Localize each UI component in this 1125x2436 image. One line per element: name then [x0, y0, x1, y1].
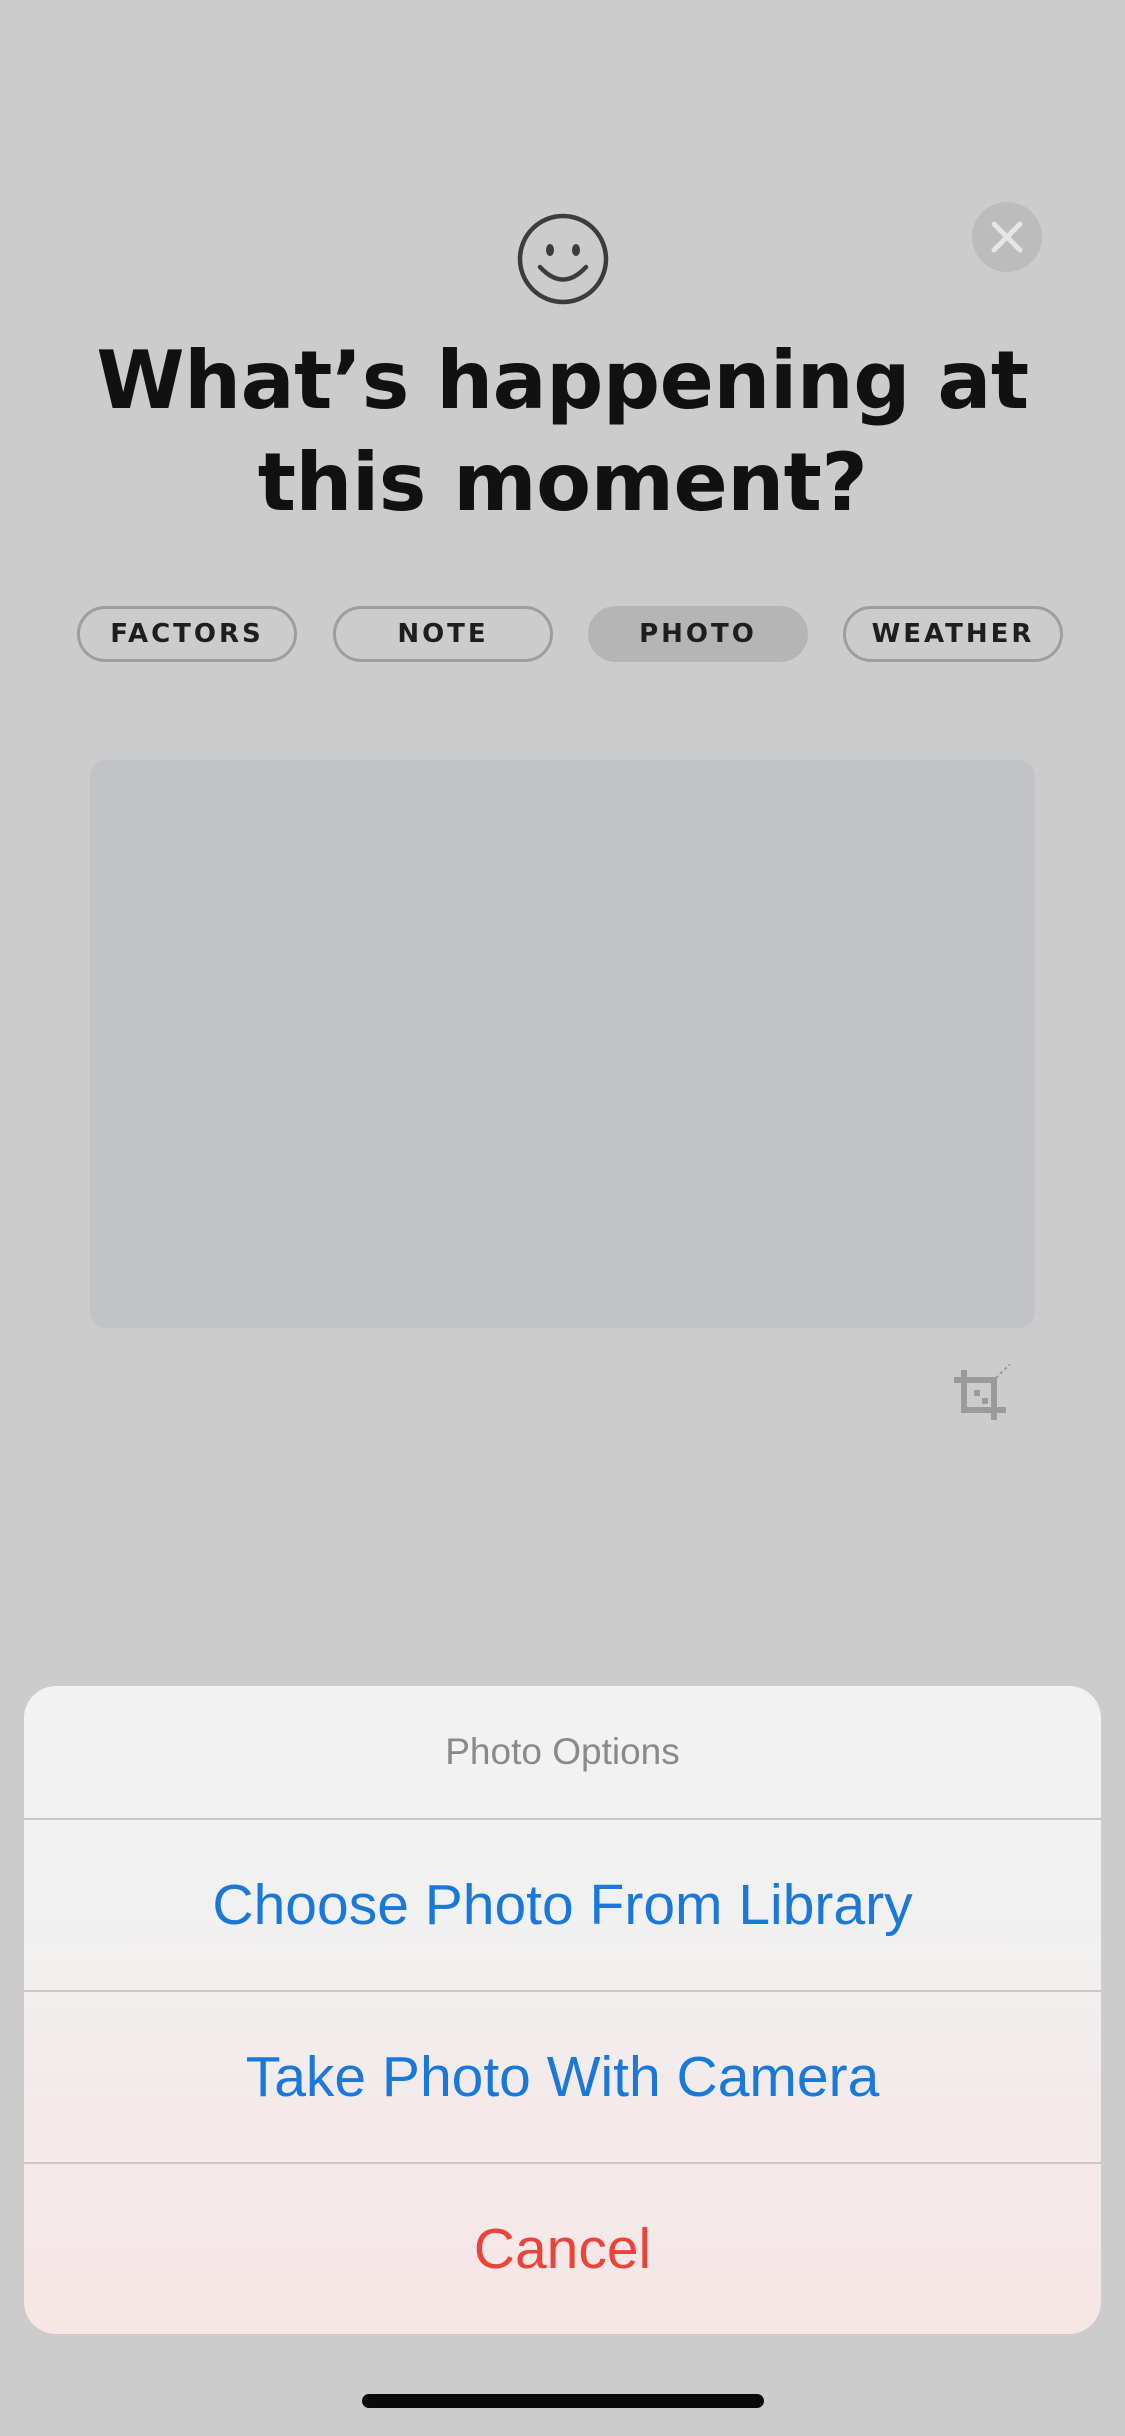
cancel-button[interactable]: Cancel [24, 2164, 1101, 2334]
screen: What’s happening at this moment? FACTORS… [0, 0, 1125, 2436]
photo-placeholder[interactable] [90, 760, 1035, 1328]
page-title-line-2: this moment? [257, 436, 868, 529]
close-icon [991, 221, 1023, 253]
crop-icon[interactable] [950, 1364, 1014, 1428]
action-sheet: Photo Options Choose Photo From Library … [24, 1686, 1101, 2334]
home-indicator[interactable] [362, 2394, 764, 2408]
tab-factors[interactable]: FACTORS [77, 606, 297, 662]
page-title-line-1: What’s happening at [96, 334, 1029, 427]
take-photo-with-camera-button[interactable]: Take Photo With Camera [24, 1992, 1101, 2162]
close-button[interactable] [972, 202, 1042, 272]
choose-photo-from-library-button[interactable]: Choose Photo From Library [24, 1820, 1101, 1990]
action-sheet-title: Photo Options [445, 1731, 680, 1772]
tab-photo[interactable]: PHOTO [588, 606, 808, 662]
smiley-face-icon[interactable] [516, 212, 610, 306]
tab-weather[interactable]: WEATHER [843, 606, 1063, 662]
page-title: What’s happening at this moment? [60, 330, 1065, 534]
tab-note[interactable]: NOTE [333, 606, 553, 662]
